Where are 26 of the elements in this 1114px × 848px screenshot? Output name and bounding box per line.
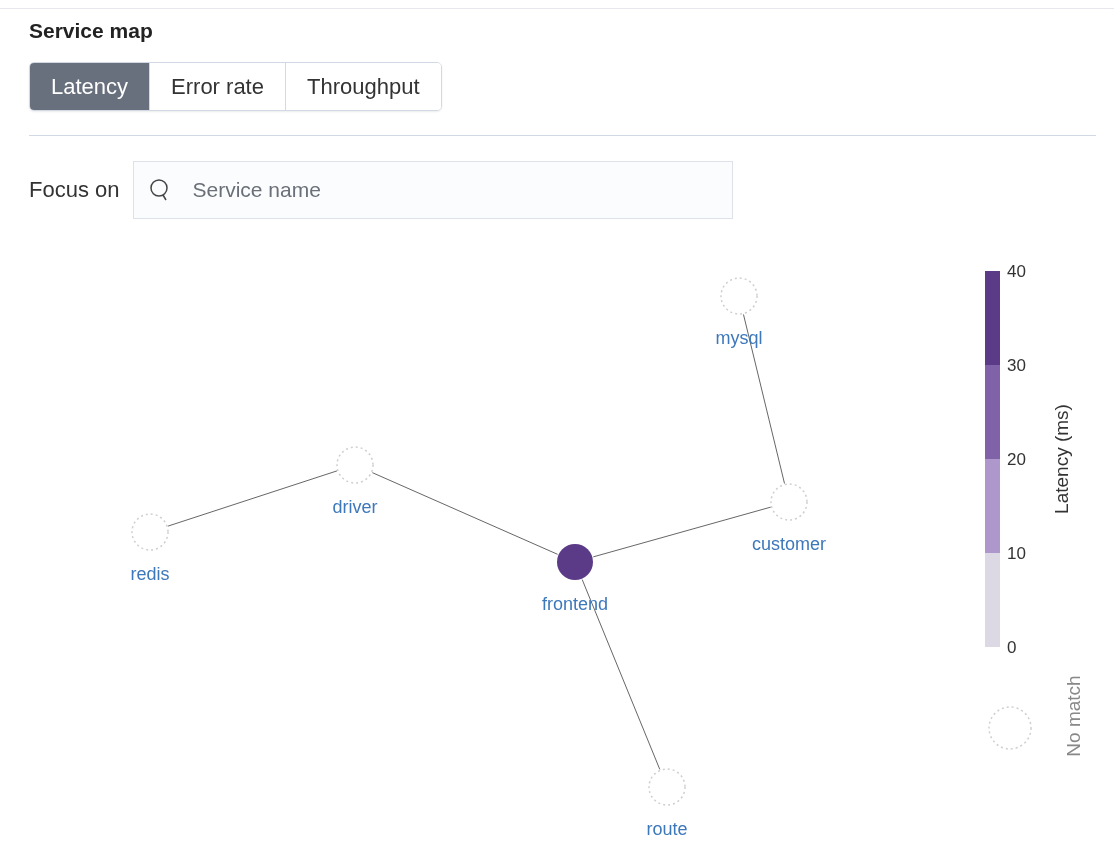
focus-label: Focus on (29, 177, 120, 203)
service-label: customer (752, 534, 826, 554)
service-label: redis (130, 564, 170, 584)
legend-tick: 10 (1007, 544, 1026, 563)
service-node[interactable] (557, 544, 593, 580)
legend-tick: 0 (1007, 638, 1017, 657)
legend-tick: 30 (1007, 356, 1026, 375)
legend-tick: 40 (1007, 262, 1026, 281)
service-node[interactable] (648, 768, 686, 806)
legend-tick: 20 (1007, 450, 1026, 469)
metric-tab[interactable]: Error rate (149, 63, 285, 110)
service-node[interactable] (720, 277, 758, 315)
metric-tab[interactable]: Latency (30, 63, 150, 110)
no-match-label: No match (1063, 675, 1084, 757)
no-match-icon (988, 706, 1032, 750)
metric-tab[interactable]: Throughput (285, 63, 441, 110)
service-node[interactable] (770, 483, 808, 521)
section-title: Service map (29, 19, 154, 43)
search-field[interactable]: Service name (132, 161, 733, 219)
service-label: driver (332, 497, 378, 517)
legend-title: Latency (ms) (1051, 404, 1072, 514)
service-node[interactable] (336, 446, 374, 484)
service-label: frontend (541, 594, 609, 614)
service-node[interactable] (131, 513, 169, 551)
service-label: route (646, 819, 688, 837)
service-label: mysql (715, 328, 763, 348)
